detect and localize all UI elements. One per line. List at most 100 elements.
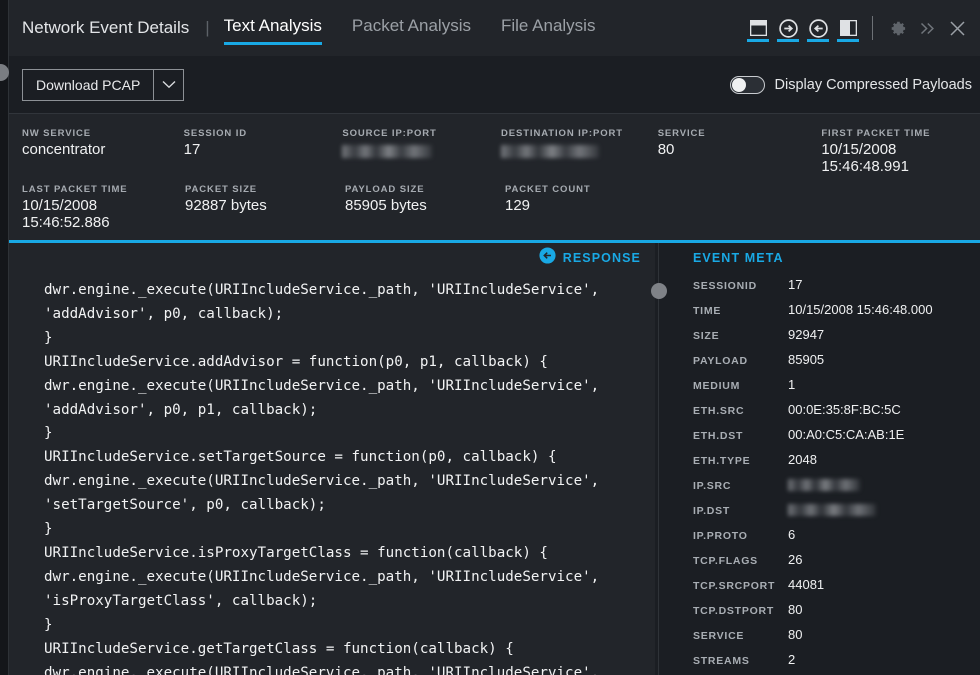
chevron-down-icon[interactable] — [153, 69, 183, 100]
response-payload-text[interactable]: dwr.engine._execute(URIIncludeService._p… — [0, 273, 655, 675]
gear-icon[interactable] — [882, 8, 912, 48]
event-meta-row[interactable]: IP.PROTO 6 — [693, 527, 980, 552]
event-meta-value: 2 — [788, 652, 796, 667]
summary-field-value: 10/15/2008 15:46:48.991 — [821, 141, 909, 175]
tab-packet-analysis[interactable]: Packet Analysis — [352, 16, 471, 40]
summary-field-value: 129 — [505, 197, 531, 214]
close-glyph — [948, 17, 967, 39]
panel-top-layout-glyph — [749, 17, 767, 39]
tab-file-analysis[interactable]: File Analysis — [501, 16, 595, 40]
event-meta-row[interactable]: IP.SRC — [693, 477, 980, 502]
event-meta-key: SESSIONID — [693, 280, 757, 292]
network-event-details-window: Network Event Details | Text Analysis Pa… — [0, 0, 980, 675]
summary-field: PAYLOAD SIZE 85905 bytes — [345, 184, 505, 240]
header-icon-bar — [743, 0, 972, 56]
summary-field-value: 10/15/2008 15:46:52.886 — [22, 197, 110, 231]
header-divider — [872, 16, 873, 40]
event-meta-row[interactable]: ETH.DST 00:A0:C5:CA:AB:1E — [693, 427, 980, 452]
event-meta-row[interactable]: SESSIONID 17 — [693, 277, 980, 302]
title-tab-separator: | — [205, 18, 210, 37]
event-meta-key: ETH.TYPE — [693, 455, 751, 467]
event-meta-row[interactable]: ETH.SRC 00:0E:35:8F:BC:5C — [693, 402, 980, 427]
event-meta-value: 80 — [788, 627, 803, 642]
event-meta-value: 85905 — [788, 352, 825, 367]
event-meta-value: 1 — [788, 377, 796, 392]
summary-field: SESSION ID 17 — [184, 128, 343, 184]
event-meta-row[interactable]: SIZE 92947 — [693, 327, 980, 352]
arrow-right-circle-icon[interactable] — [773, 8, 803, 48]
gear-glyph — [888, 17, 907, 39]
event-meta-key: TCP.SRCPORT — [693, 580, 776, 592]
arrow-left-circle-glyph — [808, 17, 828, 39]
event-meta-key: ETH.SRC — [693, 405, 745, 417]
summary-field: FIRST PACKET TIME 10/15/2008 15:46:48.991 — [821, 128, 980, 184]
event-meta-key: STREAMS — [693, 655, 750, 667]
event-meta-key: SIZE — [693, 330, 720, 342]
event-meta-key: IP.PROTO — [693, 530, 748, 542]
window-header: Network Event Details | Text Analysis Pa… — [0, 0, 980, 56]
chevron-double-right-icon[interactable] — [912, 8, 942, 48]
event-meta-row[interactable]: MEDIUM 1 — [693, 377, 980, 402]
summary-field-label: PACKET COUNT — [505, 184, 591, 195]
tab-bar: Text Analysis Packet Analysis File Analy… — [223, 0, 626, 56]
event-meta-list: SESSIONID 17 TIME 10/15/2008 15:46:48.000 SI… — [665, 273, 980, 675]
event-meta-value: 80 — [788, 602, 803, 617]
panel-drag-handle[interactable] — [0, 64, 9, 81]
session-summary-bar: NW SERVICE concentrator SESSION ID 17 SOURCE… — [0, 114, 980, 243]
event-meta-key: TCP.DSTPORT — [693, 605, 774, 617]
split-panel-glyph — [839, 17, 857, 39]
event-meta-title: EVENT META — [693, 251, 784, 265]
pane-divider[interactable] — [651, 243, 667, 675]
pane-resize-handle[interactable] — [651, 283, 667, 299]
event-meta-row[interactable]: ETH.TYPE 2048 — [693, 452, 980, 477]
display-compressed-payloads-toggle[interactable] — [729, 75, 765, 94]
event-meta-value: 17 — [788, 277, 803, 292]
event-meta-value: 10/15/2008 15:46:48.000 — [788, 302, 933, 317]
download-pcap-label: Download PCAP — [36, 76, 141, 93]
split-panel-icon[interactable] — [833, 8, 863, 48]
left-rail — [0, 0, 9, 675]
tab-text-analysis[interactable]: Text Analysis — [223, 16, 323, 45]
event-meta-row[interactable]: TCP.SRCPORT 44081 — [693, 577, 980, 602]
response-pane-title: RESPONSE — [562, 251, 641, 265]
event-meta-value: 00:A0:C5:CA:AB:1E — [788, 427, 905, 442]
arrow-left-circle-icon[interactable] — [803, 8, 833, 48]
summary-field: NW SERVICE concentrator — [22, 128, 184, 184]
event-meta-key: TIME — [693, 305, 722, 317]
event-meta-row[interactable]: IP.DST — [693, 502, 980, 527]
display-compressed-payloads-label: Display Compressed Payloads — [774, 76, 972, 93]
redacted-value — [501, 145, 599, 158]
summary-field-label: FIRST PACKET TIME — [821, 128, 931, 139]
summary-field-value: 80 — [657, 141, 675, 158]
event-meta-row[interactable]: TCP.FLAGS 26 — [693, 552, 980, 577]
action-toolbar: Download PCAP Display Compressed Payload… — [0, 56, 980, 114]
summary-row-2: LAST PACKET TIME 10/15/2008 15:46:52.886 P… — [22, 184, 980, 240]
event-meta-value — [788, 477, 860, 492]
event-meta-value: 6 — [788, 527, 796, 542]
panel-top-layout-icon[interactable] — [743, 8, 773, 48]
redacted-value — [342, 145, 433, 158]
event-meta-key: IP.DST — [693, 505, 730, 517]
response-pane: RESPONSE dwr.engine._execute(URIIncludeS… — [0, 243, 655, 675]
download-pcap-button[interactable]: Download PCAP — [22, 68, 185, 101]
summary-field-label: DESTINATION IP:PORT — [501, 128, 623, 139]
event-meta-value: 44081 — [788, 577, 825, 592]
summary-field-label: SESSION ID — [183, 128, 248, 139]
event-meta-row[interactable]: PAYLOAD 85905 — [693, 352, 980, 377]
event-meta-row[interactable]: SERVICE 80 — [693, 627, 980, 652]
page-title: Network Event Details — [22, 18, 190, 37]
event-meta-value: 92947 — [788, 327, 825, 342]
close-icon[interactable] — [942, 8, 972, 48]
event-meta-key: MEDIUM — [693, 380, 741, 392]
response-back-arrow-left-circle-icon[interactable] — [539, 247, 556, 269]
summary-field: LAST PACKET TIME 10/15/2008 15:46:52.886 — [22, 184, 185, 240]
redacted-value — [788, 479, 860, 491]
event-meta-row[interactable]: TCP.DSTPORT 80 — [693, 602, 980, 627]
event-meta-row[interactable]: STREAMS 2 — [693, 652, 980, 675]
summary-field-label: SOURCE IP:PORT — [342, 128, 437, 139]
response-pane-header: RESPONSE — [0, 243, 655, 273]
event-meta-row[interactable]: TIME 10/15/2008 15:46:48.000 — [693, 302, 980, 327]
arrow-right-circle-glyph — [778, 17, 798, 39]
summary-field-value: 92887 bytes — [185, 197, 267, 214]
summary-field-value — [342, 142, 501, 163]
